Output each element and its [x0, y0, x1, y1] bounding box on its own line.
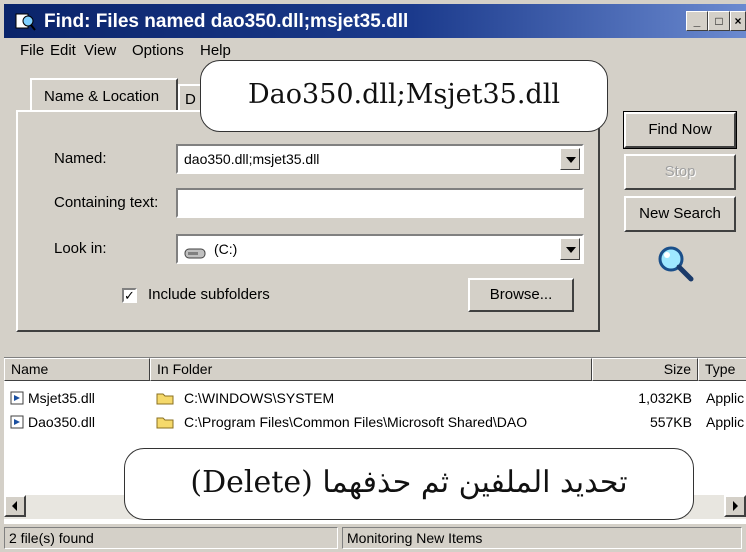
containing-text-input[interactable] — [176, 188, 584, 218]
title-bar[interactable]: Find: Files named dao350.dll;msjet35.dll… — [4, 4, 746, 38]
close-icon: × — [734, 14, 742, 28]
table-row[interactable]: Msjet35.dll C:\WINDOWS\SYSTEM 1,032KB Ap… — [4, 388, 746, 410]
maximize-icon: □ — [715, 14, 723, 28]
minimize-icon: _ — [693, 14, 701, 28]
find-app-icon — [14, 11, 36, 31]
menu-help[interactable]: Help — [200, 42, 231, 59]
folder-icon — [156, 391, 174, 405]
status-count: 2 file(s) found — [4, 527, 338, 549]
named-dropdown-arrow-icon[interactable] — [560, 148, 580, 170]
row-folder: C:\Program Files\Common Files\Microsoft … — [184, 414, 528, 430]
status-bar: 2 file(s) found Monitoring New Items — [4, 524, 746, 552]
browse-button[interactable]: Browse... — [468, 278, 574, 312]
column-header-name[interactable]: Name — [4, 358, 150, 381]
table-row[interactable]: Dao350.dll C:\Program Files\Common Files… — [4, 412, 746, 434]
dll-file-icon — [10, 391, 24, 405]
column-type-label: Type — [705, 361, 736, 377]
column-header-size[interactable]: Size — [592, 358, 698, 381]
stop-button[interactable]: Stop — [624, 154, 736, 190]
look-in-value: (C:) — [214, 241, 238, 257]
find-now-button[interactable]: Find Now — [623, 111, 737, 149]
filenames-callout: Dao350.dll;Msjet35.dll — [200, 60, 608, 132]
row-type: Applic — [706, 390, 745, 406]
row-name: Msjet35.dll — [28, 390, 95, 406]
folder-icon — [156, 415, 174, 429]
minimize-button[interactable]: _ — [686, 11, 708, 31]
find-files-window: Find: Files named dao350.dll;msjet35.dll… — [0, 0, 746, 552]
menu-edit[interactable]: Edit — [50, 42, 76, 59]
arrow-left-icon — [12, 501, 17, 511]
include-subfolders-label: Include subfolders — [148, 286, 270, 303]
include-subfolders-checkbox[interactable]: ✓ — [122, 288, 137, 303]
instruction-callout-text: تحديد الملفين ثم حذفهما (Delete) — [190, 465, 628, 500]
tab-name-location-label: Name & Location — [44, 88, 160, 105]
look-in-label: Look in: — [54, 240, 107, 257]
row-size: 557KB — [649, 414, 692, 430]
arrow-right-icon — [733, 501, 738, 511]
row-folder: C:\WINDOWS\SYSTEM — [184, 390, 335, 406]
column-folder-label: In Folder — [157, 361, 213, 377]
new-search-button[interactable]: New Search — [624, 196, 736, 232]
named-value: dao350.dll;msjet35.dll — [184, 151, 320, 167]
close-button[interactable]: × — [730, 11, 746, 31]
maximize-button[interactable]: □ — [708, 11, 730, 31]
scroll-right-button[interactable] — [724, 495, 746, 517]
window-title: Find: Files named dao350.dll;msjet35.dll — [44, 11, 409, 32]
dll-file-icon — [10, 415, 24, 429]
named-label: Named: — [54, 150, 107, 167]
look-in-dropdown-arrow-icon[interactable] — [560, 238, 580, 260]
row-name: Dao350.dll — [28, 414, 95, 430]
look-in-combobox[interactable]: (C:) — [176, 234, 584, 264]
containing-text-label: Containing text: — [54, 194, 159, 211]
tab-date-label: D — [185, 91, 196, 108]
status-monitoring: Monitoring New Items — [342, 527, 742, 549]
new-search-label: New Search — [639, 205, 721, 222]
column-name-label: Name — [11, 361, 49, 377]
menu-view[interactable]: View — [84, 42, 116, 59]
stop-label: Stop — [664, 163, 696, 180]
tab-name-location[interactable]: Name & Location — [30, 78, 178, 112]
find-now-label: Find Now — [648, 121, 712, 138]
instruction-callout: تحديد الملفين ثم حذفهما (Delete) — [124, 448, 694, 520]
drive-icon — [184, 242, 206, 262]
checkmark-icon: ✓ — [124, 288, 135, 303]
menu-file[interactable]: File — [20, 42, 44, 59]
column-header-in-folder[interactable]: In Folder — [150, 358, 592, 381]
row-size: 1,032KB — [638, 390, 692, 406]
menu-options[interactable]: Options — [132, 42, 184, 59]
magnifier-icon — [656, 244, 696, 289]
browse-button-label: Browse... — [489, 286, 553, 303]
column-header-type[interactable]: Type — [698, 358, 746, 381]
row-type: Applic — [706, 414, 745, 430]
filenames-callout-text: Dao350.dll;Msjet35.dll — [248, 79, 560, 110]
scroll-left-button[interactable] — [4, 495, 26, 517]
named-combobox[interactable]: dao350.dll;msjet35.dll — [176, 144, 584, 174]
column-size-label: Size — [663, 361, 691, 377]
